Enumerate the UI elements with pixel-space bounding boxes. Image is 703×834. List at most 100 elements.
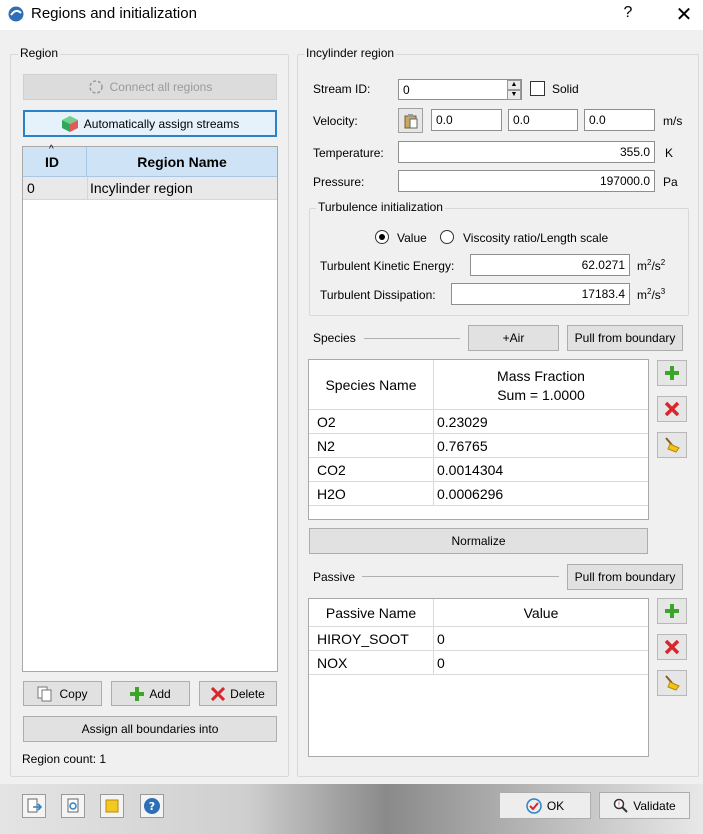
- note-button[interactable]: [100, 794, 124, 818]
- row-name-cell: NOX: [309, 651, 434, 675]
- solid-label: Solid: [552, 82, 579, 96]
- temperature-field[interactable]: 355.0: [398, 141, 655, 163]
- dissipation-value: 17183.4: [581, 287, 625, 301]
- tke-label: Turbulent Kinetic Energy:: [320, 259, 455, 273]
- species-delete-button[interactable]: [657, 396, 687, 422]
- region-name-cell: Incylinder region: [90, 180, 193, 196]
- region-name-divider: [87, 177, 88, 200]
- dissipation-unit: m2/s3: [637, 287, 665, 302]
- temperature-value: 355.0: [619, 145, 650, 159]
- spin-up-arrow-icon[interactable]: ▲: [507, 80, 521, 90]
- tke-value: 62.0271: [581, 258, 625, 272]
- diss-unit-base: m: [637, 288, 647, 302]
- species-header-name[interactable]: Species Name: [309, 360, 434, 410]
- broom-icon: [665, 675, 680, 691]
- export-icon: [27, 798, 42, 813]
- delete-x-icon: [211, 686, 226, 701]
- row-value-cell: 0.23029: [437, 414, 488, 430]
- svg-text:?: ?: [149, 800, 155, 813]
- species-divider: [364, 338, 460, 339]
- passive-table[interactable]: Passive Name Value HIROY_SOOT 0 NOX 0: [308, 598, 649, 757]
- passive-pull-from-boundary-button[interactable]: Pull from boundary: [567, 564, 683, 590]
- solid-checkbox[interactable]: [530, 81, 545, 96]
- velocity-x-field[interactable]: 0.0: [431, 109, 502, 131]
- delete-region-button[interactable]: Delete: [199, 681, 277, 706]
- region-id-cell: 0: [27, 180, 35, 196]
- assign-boundaries-button[interactable]: Assign all boundaries into: [23, 716, 277, 742]
- column-header-id[interactable]: ^ ID: [23, 144, 87, 177]
- connect-all-regions-button[interactable]: Connect all regions: [23, 74, 277, 100]
- help-button[interactable]: ?: [621, 4, 635, 22]
- velocity-y-field[interactable]: 0.0: [508, 109, 578, 131]
- passive-clear-button[interactable]: [657, 670, 687, 696]
- viscosity-ratio-label: Viscosity ratio/Length scale: [463, 231, 609, 245]
- validate-button[interactable]: ! Validate: [599, 792, 690, 819]
- velocity-z-field[interactable]: 0.0: [584, 109, 655, 131]
- passive-divider: [362, 576, 559, 577]
- viscosity-ratio-radio[interactable]: [440, 230, 454, 244]
- row-name-cell: HIROY_SOOT: [309, 627, 434, 651]
- value-radio[interactable]: [375, 230, 389, 244]
- dissipation-field[interactable]: 17183.4: [451, 283, 630, 305]
- tke-unit-mid: /s: [651, 259, 661, 273]
- pressure-field[interactable]: 197000.0: [398, 170, 655, 192]
- passive-header-value[interactable]: Value: [434, 599, 648, 627]
- delete-x-icon: [664, 401, 680, 417]
- passive-section-title: Passive: [313, 570, 356, 584]
- tke-unit-base: m: [637, 259, 647, 273]
- table-row[interactable]: CO2 0.0014304: [309, 458, 648, 482]
- document-search-icon: [67, 798, 79, 813]
- help-circle-button[interactable]: ?: [140, 794, 164, 818]
- ok-button[interactable]: OK: [499, 792, 591, 819]
- table-row[interactable]: NOX 0: [309, 651, 648, 675]
- species-table[interactable]: Species Name Mass Fraction Sum = 1.0000 …: [308, 359, 649, 520]
- export-button[interactable]: [22, 794, 46, 818]
- table-row[interactable]: N2 0.76765: [309, 434, 648, 458]
- incylinder-group-title: Incylinder region: [304, 46, 397, 60]
- species-name-header-label: Species Name: [325, 376, 417, 393]
- turbulence-group-title: Turbulence initialization: [316, 200, 445, 214]
- region-table[interactable]: ^ ID Region Name 0 Incylinder region: [22, 144, 278, 672]
- table-row[interactable]: H2O 0.0006296: [309, 482, 648, 506]
- paste-velocity-button[interactable]: [398, 108, 423, 133]
- row-value-cell: 0.0006296: [437, 486, 504, 502]
- velocity-x-value: 0.0: [436, 113, 453, 127]
- species-header-fraction[interactable]: Mass Fraction Sum = 1.0000: [434, 360, 648, 410]
- copy-button[interactable]: Copy: [23, 681, 102, 706]
- sticky-note-icon: [105, 799, 119, 813]
- passive-add-button[interactable]: [657, 598, 687, 624]
- species-pull-from-boundary-button[interactable]: Pull from boundary: [567, 325, 683, 351]
- add-air-button[interactable]: +Air: [468, 325, 559, 351]
- passive-delete-button[interactable]: [657, 634, 687, 660]
- auto-assign-streams-button[interactable]: Automatically assign streams: [23, 110, 277, 137]
- table-row[interactable]: 0 Incylinder region: [23, 177, 277, 200]
- species-section-title: Species: [313, 331, 356, 345]
- normalize-button[interactable]: Normalize: [309, 528, 648, 554]
- close-button[interactable]: ✕: [674, 2, 694, 27]
- row-value-cell: 0.0014304: [437, 462, 504, 478]
- svg-text:!: !: [618, 800, 621, 808]
- plus-icon: [665, 366, 679, 380]
- row-name-cell: O2: [309, 410, 434, 434]
- value-radio-label: Value: [397, 231, 427, 245]
- document-search-button[interactable]: [61, 794, 85, 818]
- table-row[interactable]: O2 0.23029: [309, 410, 648, 434]
- dissipation-label: Turbulent Dissipation:: [320, 288, 436, 302]
- tke-unit-exp2: 2: [660, 258, 666, 267]
- stream-id-label: Stream ID:: [313, 82, 371, 96]
- region-count: Region count: 1: [22, 752, 107, 766]
- velocity-y-value: 0.0: [513, 113, 530, 127]
- auto-assign-streams-label: Automatically assign streams: [83, 116, 240, 131]
- species-clear-button[interactable]: [657, 432, 687, 458]
- passive-header-name[interactable]: Passive Name: [309, 599, 434, 627]
- spin-down-arrow-icon[interactable]: ▼: [507, 90, 521, 100]
- column-header-region-name[interactable]: Region Name: [87, 154, 277, 170]
- tke-field[interactable]: 62.0271: [470, 254, 630, 276]
- stream-id-spinbox[interactable]: 0: [398, 79, 522, 100]
- species-add-button[interactable]: [657, 360, 687, 386]
- add-region-button[interactable]: Add: [111, 681, 190, 706]
- question-mark-icon: ?: [144, 798, 160, 814]
- plus-icon: [665, 604, 679, 618]
- check-icon: [526, 797, 542, 814]
- table-row[interactable]: HIROY_SOOT 0: [309, 627, 648, 651]
